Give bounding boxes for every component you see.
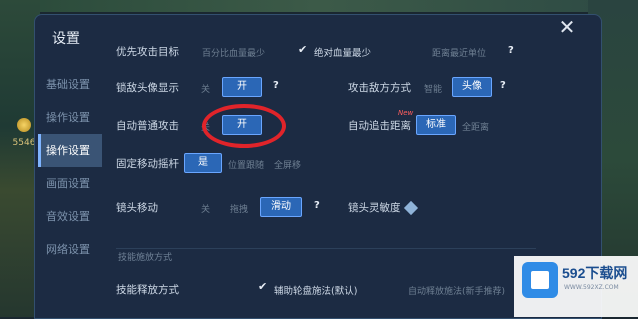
sidebar-item-basic[interactable]: 基础设置 (38, 68, 102, 101)
sidebar-item-sound[interactable]: 音效设置 (38, 200, 102, 233)
priority-option-nearest[interactable]: 距离最近单位 (432, 46, 486, 59)
skill-mode-auto[interactable]: 自动释放施法(新手推荐) (408, 284, 505, 297)
help-icon[interactable]: ? (508, 45, 514, 56)
check-icon: ✔ (258, 280, 268, 293)
watermark-logo-icon (522, 262, 558, 298)
camera-move-slide-button[interactable]: 滑动 (260, 197, 302, 217)
lock-avatar-off[interactable]: 关 (201, 82, 210, 95)
auto-follow-label: 自动追击距离 (348, 120, 411, 132)
section-divider (116, 248, 536, 249)
priority-target-label: 优先攻击目标 (116, 46, 179, 58)
watermark-brand: 592下载网 (562, 265, 628, 281)
help-icon[interactable]: ? (314, 200, 320, 211)
camera-sensitivity-label: 镜头灵敏度 (348, 202, 401, 214)
attack-mode-avatar-button[interactable]: 头像 (452, 77, 492, 97)
close-icon[interactable]: ✕ (556, 16, 578, 38)
check-icon: ✔ (298, 43, 308, 56)
auto-follow-standard-button[interactable]: 标准 (416, 115, 456, 135)
watermark-url: WWW.592XZ.COM (564, 284, 619, 291)
page-title: 设置 (52, 31, 80, 47)
fixed-joystick-yes-button[interactable]: 是 (184, 153, 222, 173)
priority-option-absolute[interactable]: 绝对血量最少 (314, 45, 371, 59)
lock-avatar-on-button[interactable]: 开 (222, 77, 262, 97)
sidebar-item-operation-alt[interactable]: 操作设置 (38, 101, 102, 134)
auto-follow-full[interactable]: 全距离 (462, 120, 489, 133)
camera-move-label: 镜头移动 (116, 202, 158, 214)
auto-attack-label: 自动普通攻击 (116, 120, 179, 132)
priority-option-percent[interactable]: 百分比血量最少 (202, 46, 265, 59)
joystick-full-option[interactable]: 全屏移 (274, 158, 301, 171)
help-icon[interactable]: ? (500, 80, 506, 91)
sidebar-item-operation[interactable]: 操作设置 (38, 134, 102, 167)
skill-mode-label: 技能释放方式 (116, 284, 179, 296)
sidebar-item-network[interactable]: 网络设置 (38, 233, 102, 266)
watermark: 592下载网 WWW.592XZ.COM (514, 256, 638, 317)
skill-mode-assist[interactable]: 辅助轮盘施法(默认) (274, 283, 357, 297)
sidebar-item-graphics[interactable]: 画面设置 (38, 167, 102, 200)
attack-mode-smart[interactable]: 智能 (424, 82, 442, 95)
section-label: 技能施放方式 (118, 253, 173, 263)
new-badge: New (398, 109, 414, 117)
camera-move-drag[interactable]: 拖拽 (230, 202, 248, 215)
help-icon[interactable]: ? (273, 80, 279, 91)
camera-move-off[interactable]: 关 (201, 202, 210, 215)
lock-avatar-label: 锁敌头像显示 (116, 82, 179, 94)
attack-enemy-mode-label: 攻击敌方方式 (348, 82, 411, 94)
fixed-joystick-label: 固定移动摇杆 (116, 158, 179, 170)
red-circle-annotation (202, 104, 286, 148)
gold-coin-icon (17, 118, 31, 132)
joystick-follow-option[interactable]: 位置跟随 (228, 158, 264, 171)
settings-sidebar: 基础设置 操作设置 操作设置 画面设置 音效设置 网络设置 (38, 68, 102, 266)
game-background-top (0, 0, 638, 12)
sensitivity-slider-handle[interactable] (403, 200, 419, 216)
